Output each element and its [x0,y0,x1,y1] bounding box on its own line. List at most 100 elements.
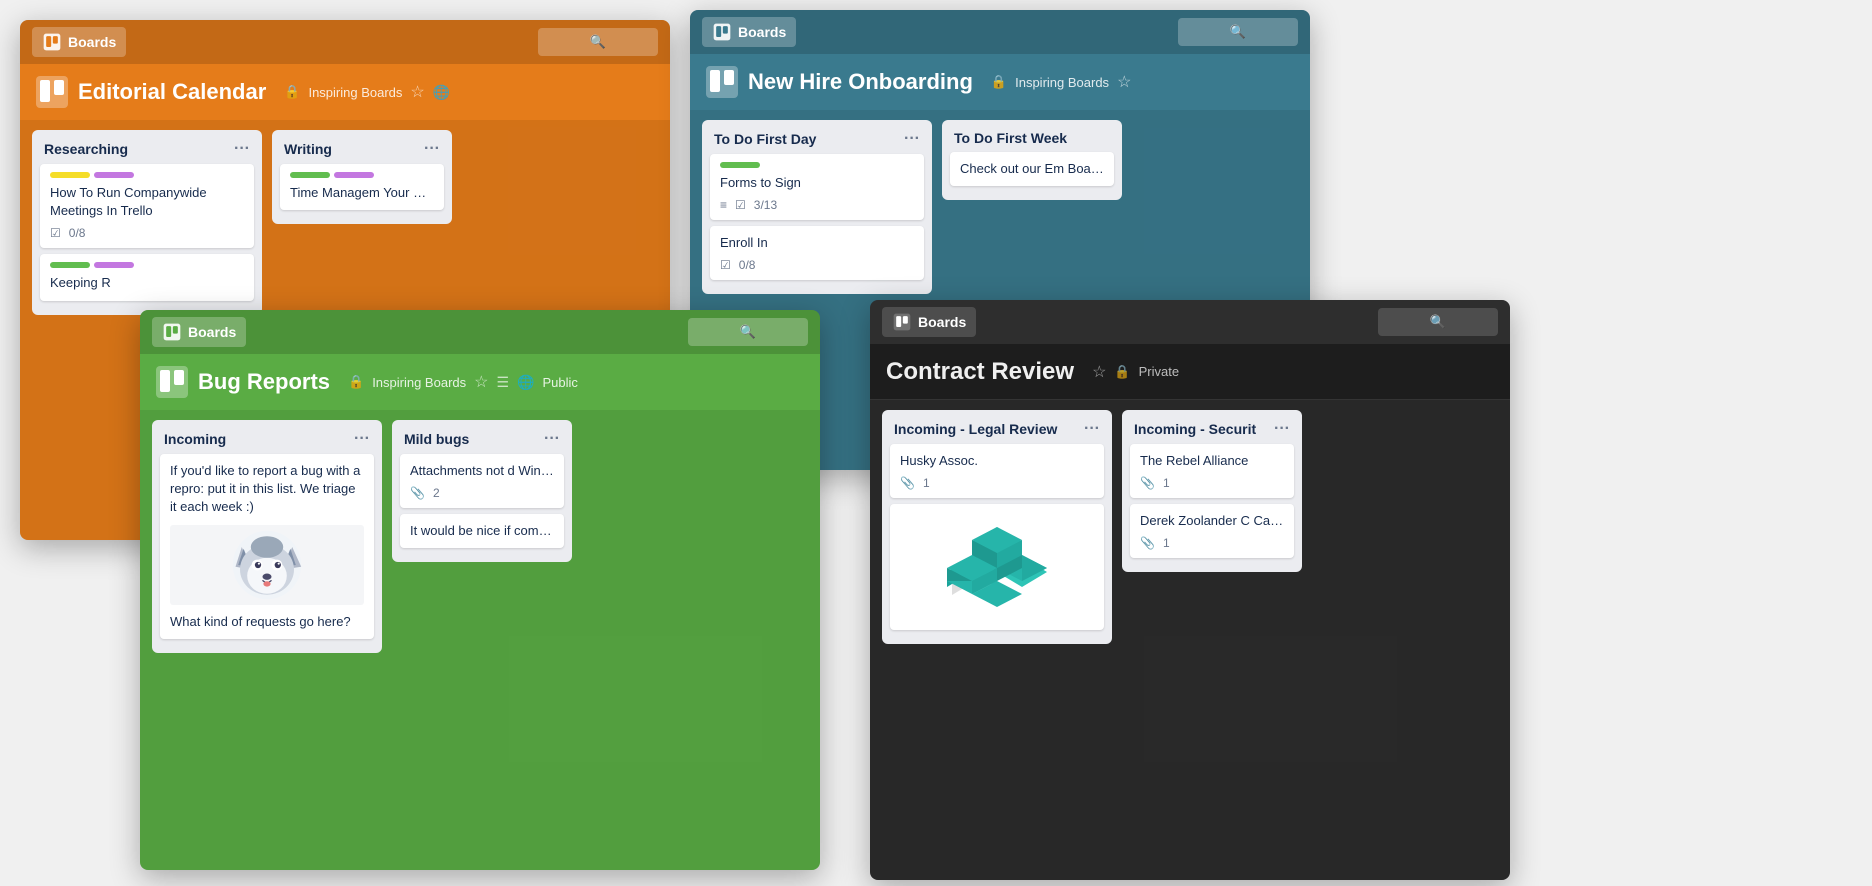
board-title-newhire: New Hire Onboarding [748,69,973,95]
list-title-first-day: To Do First Day [714,131,816,147]
card-attachments-win10[interactable]: Attachments not d Windows 10 📎 2 [400,454,564,508]
board-meta-bugs: 🔒 Inspiring Boards ☆ ☰ 🌐 Public [348,372,578,392]
card-labels-keeping [50,262,244,268]
lock-icon-editorial: 🔒 [284,84,300,100]
logo-image-container [900,512,1094,622]
list-todo-first-day: To Do First Day ··· Forms to Sign ≡ ☑ 3/… [702,120,932,294]
list-researching: Researching ··· How To Run Companywide M… [32,130,262,315]
more-icon-mild-bugs[interactable]: ··· [544,430,560,448]
workspace-label-editorial: Inspiring Boards [308,85,402,100]
search-bar-editorial[interactable]: 🔍 [538,28,658,56]
board-icon-newhire [706,66,738,98]
search-icon-newhire: 🔍 [1230,24,1246,40]
search-bar-contract[interactable]: 🔍 [1378,308,1498,336]
card-meta-derek: 📎 1 [1140,536,1284,550]
search-bar-newhire[interactable]: 🔍 [1178,18,1298,46]
checklist-count-enroll: 0/8 [739,258,756,272]
globe-icon-bugs: 🌐 [517,374,534,391]
card-text-bug-instructions: If you'd like to report a bug with a rep… [170,462,364,517]
star-icon-newhire[interactable]: ☆ [1117,72,1131,92]
search-icon-contract: 🔍 [1430,314,1446,330]
card-time-management[interactable]: Time Managem Your Side Proje [280,164,444,210]
board-header-newhire: New Hire Onboarding 🔒 Inspiring Boards ☆ [690,54,1310,110]
cube-logo-clean [942,522,1052,617]
label-green-time [290,172,330,178]
list-header-incoming-security: Incoming - Securit ··· [1122,410,1302,444]
trello-icon [42,32,62,52]
star-icon-editorial[interactable]: ☆ [410,82,424,102]
board-title-editorial: Editorial Calendar [78,79,266,105]
husky-svg [231,529,303,601]
more-icon-researching[interactable]: ··· [234,140,250,158]
card-husky-assoc[interactable]: Husky Assoc. 📎 1 [890,444,1104,498]
board-meta-newhire: 🔒 Inspiring Boards ☆ [991,72,1131,92]
label-yellow [50,172,90,178]
attachment-count-derek: 1 [1163,536,1170,550]
checklist-icon-enroll: ☑ [720,258,731,272]
desc-icon-forms: ≡ [720,198,727,212]
more-icon-incoming-security[interactable]: ··· [1274,420,1290,438]
card-text-checkout: Check out our Em Board! [960,160,1104,178]
list-writing: Writing ··· Time Managem Your Side Proje [272,130,452,224]
boards-button-editorial[interactable]: Boards [32,27,126,57]
label-purple-time [334,172,374,178]
card-derek-zoolander[interactable]: Derek Zoolander C Can't Read Good 📎 1 [1130,504,1294,558]
workspace-label-newhire: Inspiring Boards [1015,75,1109,90]
attachment-icon-derek: 📎 [1140,536,1155,550]
list-header-first-week: To Do First Week [942,120,1122,152]
nav-bar-editorial: Boards 🔍 [20,20,670,64]
card-checkout-board[interactable]: Check out our Em Board! [950,152,1114,186]
checklist-count: 0/8 [69,226,86,240]
lock-icon-newhire: 🔒 [991,74,1007,90]
star-icon-contract[interactable]: ☆ [1092,362,1106,382]
card-url-timestamp[interactable]: It would be nice if comment's timesta co… [400,514,564,548]
more-icon-writing[interactable]: ··· [424,140,440,158]
boards-label-bugs: Boards [188,324,236,340]
attachment-icon-rebel: 📎 [1140,476,1155,490]
attachment-icon: 📎 [410,486,425,500]
card-image-husky [170,525,364,605]
more-icon-first-day[interactable]: ··· [904,130,920,148]
list-title-incoming-security: Incoming - Securit [1134,421,1256,437]
private-label-contract: Private [1139,364,1179,379]
card-bug-instructions[interactable]: If you'd like to report a bug with a rep… [160,454,374,639]
card-rebel-alliance[interactable]: The Rebel Alliance 📎 1 [1130,444,1294,498]
boards-button-newhire[interactable]: Boards [702,17,796,47]
card-text-enroll: Enroll In [720,234,914,252]
card-meta-companywide: ☑ 0/8 [50,226,244,240]
attachment-count: 2 [433,486,440,500]
more-icon-incoming-bugs[interactable]: ··· [354,430,370,448]
card-logo-card[interactable] [890,504,1104,630]
card-text-attachments: Attachments not d Windows 10 [410,462,554,480]
lock-icon-bugs: 🔒 [348,374,364,390]
search-bar-bugs[interactable]: 🔍 [688,318,808,346]
card-text-husky-assoc: Husky Assoc. [900,452,1094,470]
list-title-incoming-legal: Incoming - Legal Review [894,421,1057,437]
card-enroll-in[interactable]: Enroll In ☑ 0/8 [710,226,924,280]
label-green-forms [720,162,760,168]
board-meta-contract: ☆ 🔒 Private [1092,362,1179,382]
search-icon-bugs: 🔍 [740,324,756,340]
checklist-icon-forms: ☑ [735,198,746,212]
menu-icon-bugs[interactable]: ☰ [496,374,509,391]
list-title-researching: Researching [44,141,128,157]
label-purple2 [94,262,134,268]
boards-button-bugs[interactable]: Boards [152,317,246,347]
attachment-count-rebel: 1 [1163,476,1170,490]
card-text-derek: Derek Zoolander C Can't Read Good [1140,512,1284,530]
card-forms-to-sign[interactable]: Forms to Sign ≡ ☑ 3/13 [710,154,924,220]
card-keeping[interactable]: Keeping R [40,254,254,300]
list-title-mild-bugs: Mild bugs [404,431,469,447]
card-companywide[interactable]: How To Run Companywide Meetings In Trell… [40,164,254,248]
more-icon-incoming-legal[interactable]: ··· [1084,420,1100,438]
list-header-incoming-legal: Incoming - Legal Review ··· [882,410,1112,444]
attachment-count-husky: 1 [923,476,930,490]
list-incoming-security: Incoming - Securit ··· The Rebel Allianc… [1122,410,1302,572]
star-icon-bugs[interactable]: ☆ [474,372,488,392]
checklist-count-forms: 3/13 [754,198,777,212]
boards-button-contract[interactable]: Boards [882,307,976,337]
list-todo-first-week: To Do First Week Check out our Em Board! [942,120,1122,200]
bug-reports-window: Boards 🔍 Bug Reports 🔒 Inspiring Boards … [140,310,820,870]
checklist-icon: ☑ [50,226,61,240]
board-meta-editorial: 🔒 Inspiring Boards ☆ 🌐 [284,82,450,102]
